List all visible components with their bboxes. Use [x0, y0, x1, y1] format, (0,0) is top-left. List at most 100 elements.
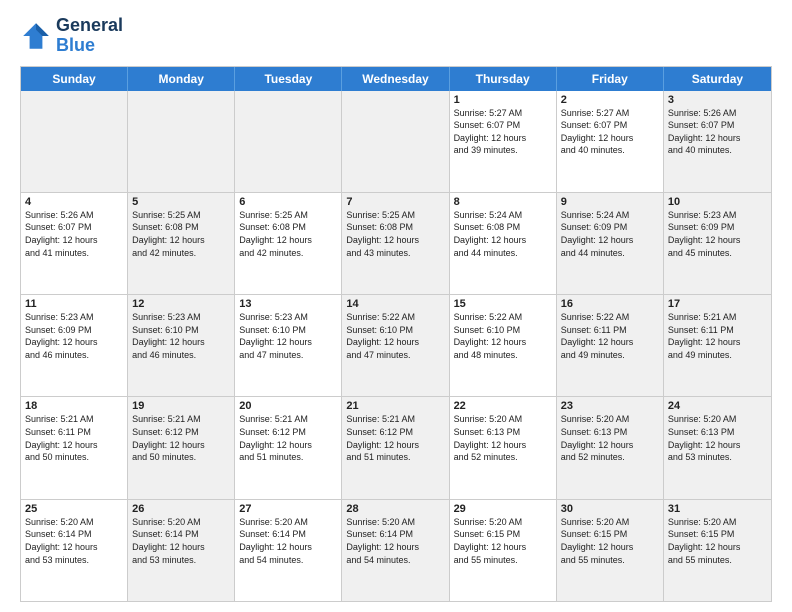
- cell-info: Sunrise: 5:24 AM Sunset: 6:08 PM Dayligh…: [454, 209, 552, 259]
- calendar-cell: 31Sunrise: 5:20 AM Sunset: 6:15 PM Dayli…: [664, 500, 771, 601]
- calendar-row: 11Sunrise: 5:23 AM Sunset: 6:09 PM Dayli…: [21, 294, 771, 396]
- calendar-cell: 17Sunrise: 5:21 AM Sunset: 6:11 PM Dayli…: [664, 295, 771, 396]
- weekday-header: Saturday: [664, 67, 771, 91]
- logo: General Blue: [20, 16, 123, 56]
- cell-info: Sunrise: 5:22 AM Sunset: 6:10 PM Dayligh…: [454, 311, 552, 361]
- calendar-cell: [342, 91, 449, 192]
- day-number: 14: [346, 298, 444, 310]
- day-number: 24: [668, 400, 767, 412]
- calendar-cell: 18Sunrise: 5:21 AM Sunset: 6:11 PM Dayli…: [21, 397, 128, 498]
- cell-info: Sunrise: 5:25 AM Sunset: 6:08 PM Dayligh…: [346, 209, 444, 259]
- day-number: 21: [346, 400, 444, 412]
- day-number: 8: [454, 196, 552, 208]
- day-number: 25: [25, 503, 123, 515]
- day-number: 11: [25, 298, 123, 310]
- day-number: 28: [346, 503, 444, 515]
- day-number: 1: [454, 94, 552, 106]
- cell-info: Sunrise: 5:20 AM Sunset: 6:13 PM Dayligh…: [454, 413, 552, 463]
- cell-info: Sunrise: 5:23 AM Sunset: 6:10 PM Dayligh…: [239, 311, 337, 361]
- cell-info: Sunrise: 5:24 AM Sunset: 6:09 PM Dayligh…: [561, 209, 659, 259]
- cell-info: Sunrise: 5:21 AM Sunset: 6:11 PM Dayligh…: [25, 413, 123, 463]
- cell-info: Sunrise: 5:21 AM Sunset: 6:12 PM Dayligh…: [132, 413, 230, 463]
- calendar-cell: 28Sunrise: 5:20 AM Sunset: 6:14 PM Dayli…: [342, 500, 449, 601]
- calendar-cell: 16Sunrise: 5:22 AM Sunset: 6:11 PM Dayli…: [557, 295, 664, 396]
- calendar-cell: [128, 91, 235, 192]
- weekday-header: Friday: [557, 67, 664, 91]
- day-number: 10: [668, 196, 767, 208]
- cell-info: Sunrise: 5:21 AM Sunset: 6:12 PM Dayligh…: [239, 413, 337, 463]
- calendar-cell: 9Sunrise: 5:24 AM Sunset: 6:09 PM Daylig…: [557, 193, 664, 294]
- calendar-cell: 30Sunrise: 5:20 AM Sunset: 6:15 PM Dayli…: [557, 500, 664, 601]
- calendar-header: SundayMondayTuesdayWednesdayThursdayFrid…: [21, 67, 771, 91]
- day-number: 23: [561, 400, 659, 412]
- cell-info: Sunrise: 5:25 AM Sunset: 6:08 PM Dayligh…: [239, 209, 337, 259]
- calendar-cell: 4Sunrise: 5:26 AM Sunset: 6:07 PM Daylig…: [21, 193, 128, 294]
- logo-icon: [20, 20, 52, 52]
- cell-info: Sunrise: 5:20 AM Sunset: 6:15 PM Dayligh…: [454, 516, 552, 566]
- calendar-cell: 20Sunrise: 5:21 AM Sunset: 6:12 PM Dayli…: [235, 397, 342, 498]
- day-number: 29: [454, 503, 552, 515]
- cell-info: Sunrise: 5:23 AM Sunset: 6:10 PM Dayligh…: [132, 311, 230, 361]
- day-number: 19: [132, 400, 230, 412]
- cell-info: Sunrise: 5:20 AM Sunset: 6:13 PM Dayligh…: [561, 413, 659, 463]
- calendar-cell: 24Sunrise: 5:20 AM Sunset: 6:13 PM Dayli…: [664, 397, 771, 498]
- calendar-cell: 11Sunrise: 5:23 AM Sunset: 6:09 PM Dayli…: [21, 295, 128, 396]
- calendar-cell: 8Sunrise: 5:24 AM Sunset: 6:08 PM Daylig…: [450, 193, 557, 294]
- cell-info: Sunrise: 5:27 AM Sunset: 6:07 PM Dayligh…: [561, 107, 659, 157]
- day-number: 7: [346, 196, 444, 208]
- day-number: 13: [239, 298, 337, 310]
- calendar-cell: 3Sunrise: 5:26 AM Sunset: 6:07 PM Daylig…: [664, 91, 771, 192]
- calendar-cell: 10Sunrise: 5:23 AM Sunset: 6:09 PM Dayli…: [664, 193, 771, 294]
- cell-info: Sunrise: 5:23 AM Sunset: 6:09 PM Dayligh…: [25, 311, 123, 361]
- page: General Blue SundayMondayTuesdayWednesda…: [0, 0, 792, 612]
- calendar-cell: 23Sunrise: 5:20 AM Sunset: 6:13 PM Dayli…: [557, 397, 664, 498]
- day-number: 26: [132, 503, 230, 515]
- weekday-header: Monday: [128, 67, 235, 91]
- calendar: SundayMondayTuesdayWednesdayThursdayFrid…: [20, 66, 772, 602]
- calendar-cell: 22Sunrise: 5:20 AM Sunset: 6:13 PM Dayli…: [450, 397, 557, 498]
- cell-info: Sunrise: 5:22 AM Sunset: 6:10 PM Dayligh…: [346, 311, 444, 361]
- calendar-cell: [235, 91, 342, 192]
- calendar-row: 25Sunrise: 5:20 AM Sunset: 6:14 PM Dayli…: [21, 499, 771, 601]
- calendar-cell: 13Sunrise: 5:23 AM Sunset: 6:10 PM Dayli…: [235, 295, 342, 396]
- weekday-header: Wednesday: [342, 67, 449, 91]
- calendar-cell: 29Sunrise: 5:20 AM Sunset: 6:15 PM Dayli…: [450, 500, 557, 601]
- day-number: 27: [239, 503, 337, 515]
- cell-info: Sunrise: 5:20 AM Sunset: 6:15 PM Dayligh…: [668, 516, 767, 566]
- weekday-header: Tuesday: [235, 67, 342, 91]
- day-number: 30: [561, 503, 659, 515]
- calendar-cell: 1Sunrise: 5:27 AM Sunset: 6:07 PM Daylig…: [450, 91, 557, 192]
- day-number: 3: [668, 94, 767, 106]
- calendar-body: 1 Sunrise: 5:27 AM Sunset: 6:07 PM Daylig…: [21, 91, 771, 601]
- cell-info: Sunrise: 5:21 AM Sunset: 6:11 PM Dayligh…: [668, 311, 767, 361]
- cell-info: Sunrise: 5:26 AM Sunset: 6:07 PM Dayligh…: [25, 209, 123, 259]
- cell-info: Sunrise: 5:20 AM Sunset: 6:14 PM Dayligh…: [239, 516, 337, 566]
- weekday-header: Sunday: [21, 67, 128, 91]
- calendar-cell: 15Sunrise: 5:22 AM Sunset: 6:10 PM Dayli…: [450, 295, 557, 396]
- cell-info: Sunrise: 5:20 AM Sunset: 6:14 PM Dayligh…: [25, 516, 123, 566]
- weekday-header: Thursday: [450, 67, 557, 91]
- calendar-cell: 26Sunrise: 5:20 AM Sunset: 6:14 PM Dayli…: [128, 500, 235, 601]
- calendar-cell: 25Sunrise: 5:20 AM Sunset: 6:14 PM Dayli…: [21, 500, 128, 601]
- calendar-cell: 21Sunrise: 5:21 AM Sunset: 6:12 PM Dayli…: [342, 397, 449, 498]
- calendar-cell: 7Sunrise: 5:25 AM Sunset: 6:08 PM Daylig…: [342, 193, 449, 294]
- cell-info: Sunrise: 5:20 AM Sunset: 6:13 PM Dayligh…: [668, 413, 767, 463]
- calendar-row: 18Sunrise: 5:21 AM Sunset: 6:11 PM Dayli…: [21, 396, 771, 498]
- calendar-cell: 2Sunrise: 5:27 AM Sunset: 6:07 PM Daylig…: [557, 91, 664, 192]
- cell-info: Sunrise: 5:26 AM Sunset: 6:07 PM Dayligh…: [668, 107, 767, 157]
- calendar-cell: 12Sunrise: 5:23 AM Sunset: 6:10 PM Dayli…: [128, 295, 235, 396]
- calendar-cell: [21, 91, 128, 192]
- calendar-cell: 19Sunrise: 5:21 AM Sunset: 6:12 PM Dayli…: [128, 397, 235, 498]
- cell-info: Sunrise: 5:20 AM Sunset: 6:14 PM Dayligh…: [346, 516, 444, 566]
- logo-text: General Blue: [56, 16, 123, 56]
- calendar-cell: 14Sunrise: 5:22 AM Sunset: 6:10 PM Dayli…: [342, 295, 449, 396]
- cell-info: Sunrise: 5:23 AM Sunset: 6:09 PM Dayligh…: [668, 209, 767, 259]
- cell-info: Sunrise: 5:22 AM Sunset: 6:11 PM Dayligh…: [561, 311, 659, 361]
- calendar-cell: 27Sunrise: 5:20 AM Sunset: 6:14 PM Dayli…: [235, 500, 342, 601]
- day-number: 20: [239, 400, 337, 412]
- calendar-row: 4Sunrise: 5:26 AM Sunset: 6:07 PM Daylig…: [21, 192, 771, 294]
- day-number: 9: [561, 196, 659, 208]
- day-number: 31: [668, 503, 767, 515]
- calendar-cell: 5Sunrise: 5:25 AM Sunset: 6:08 PM Daylig…: [128, 193, 235, 294]
- calendar-cell: 6Sunrise: 5:25 AM Sunset: 6:08 PM Daylig…: [235, 193, 342, 294]
